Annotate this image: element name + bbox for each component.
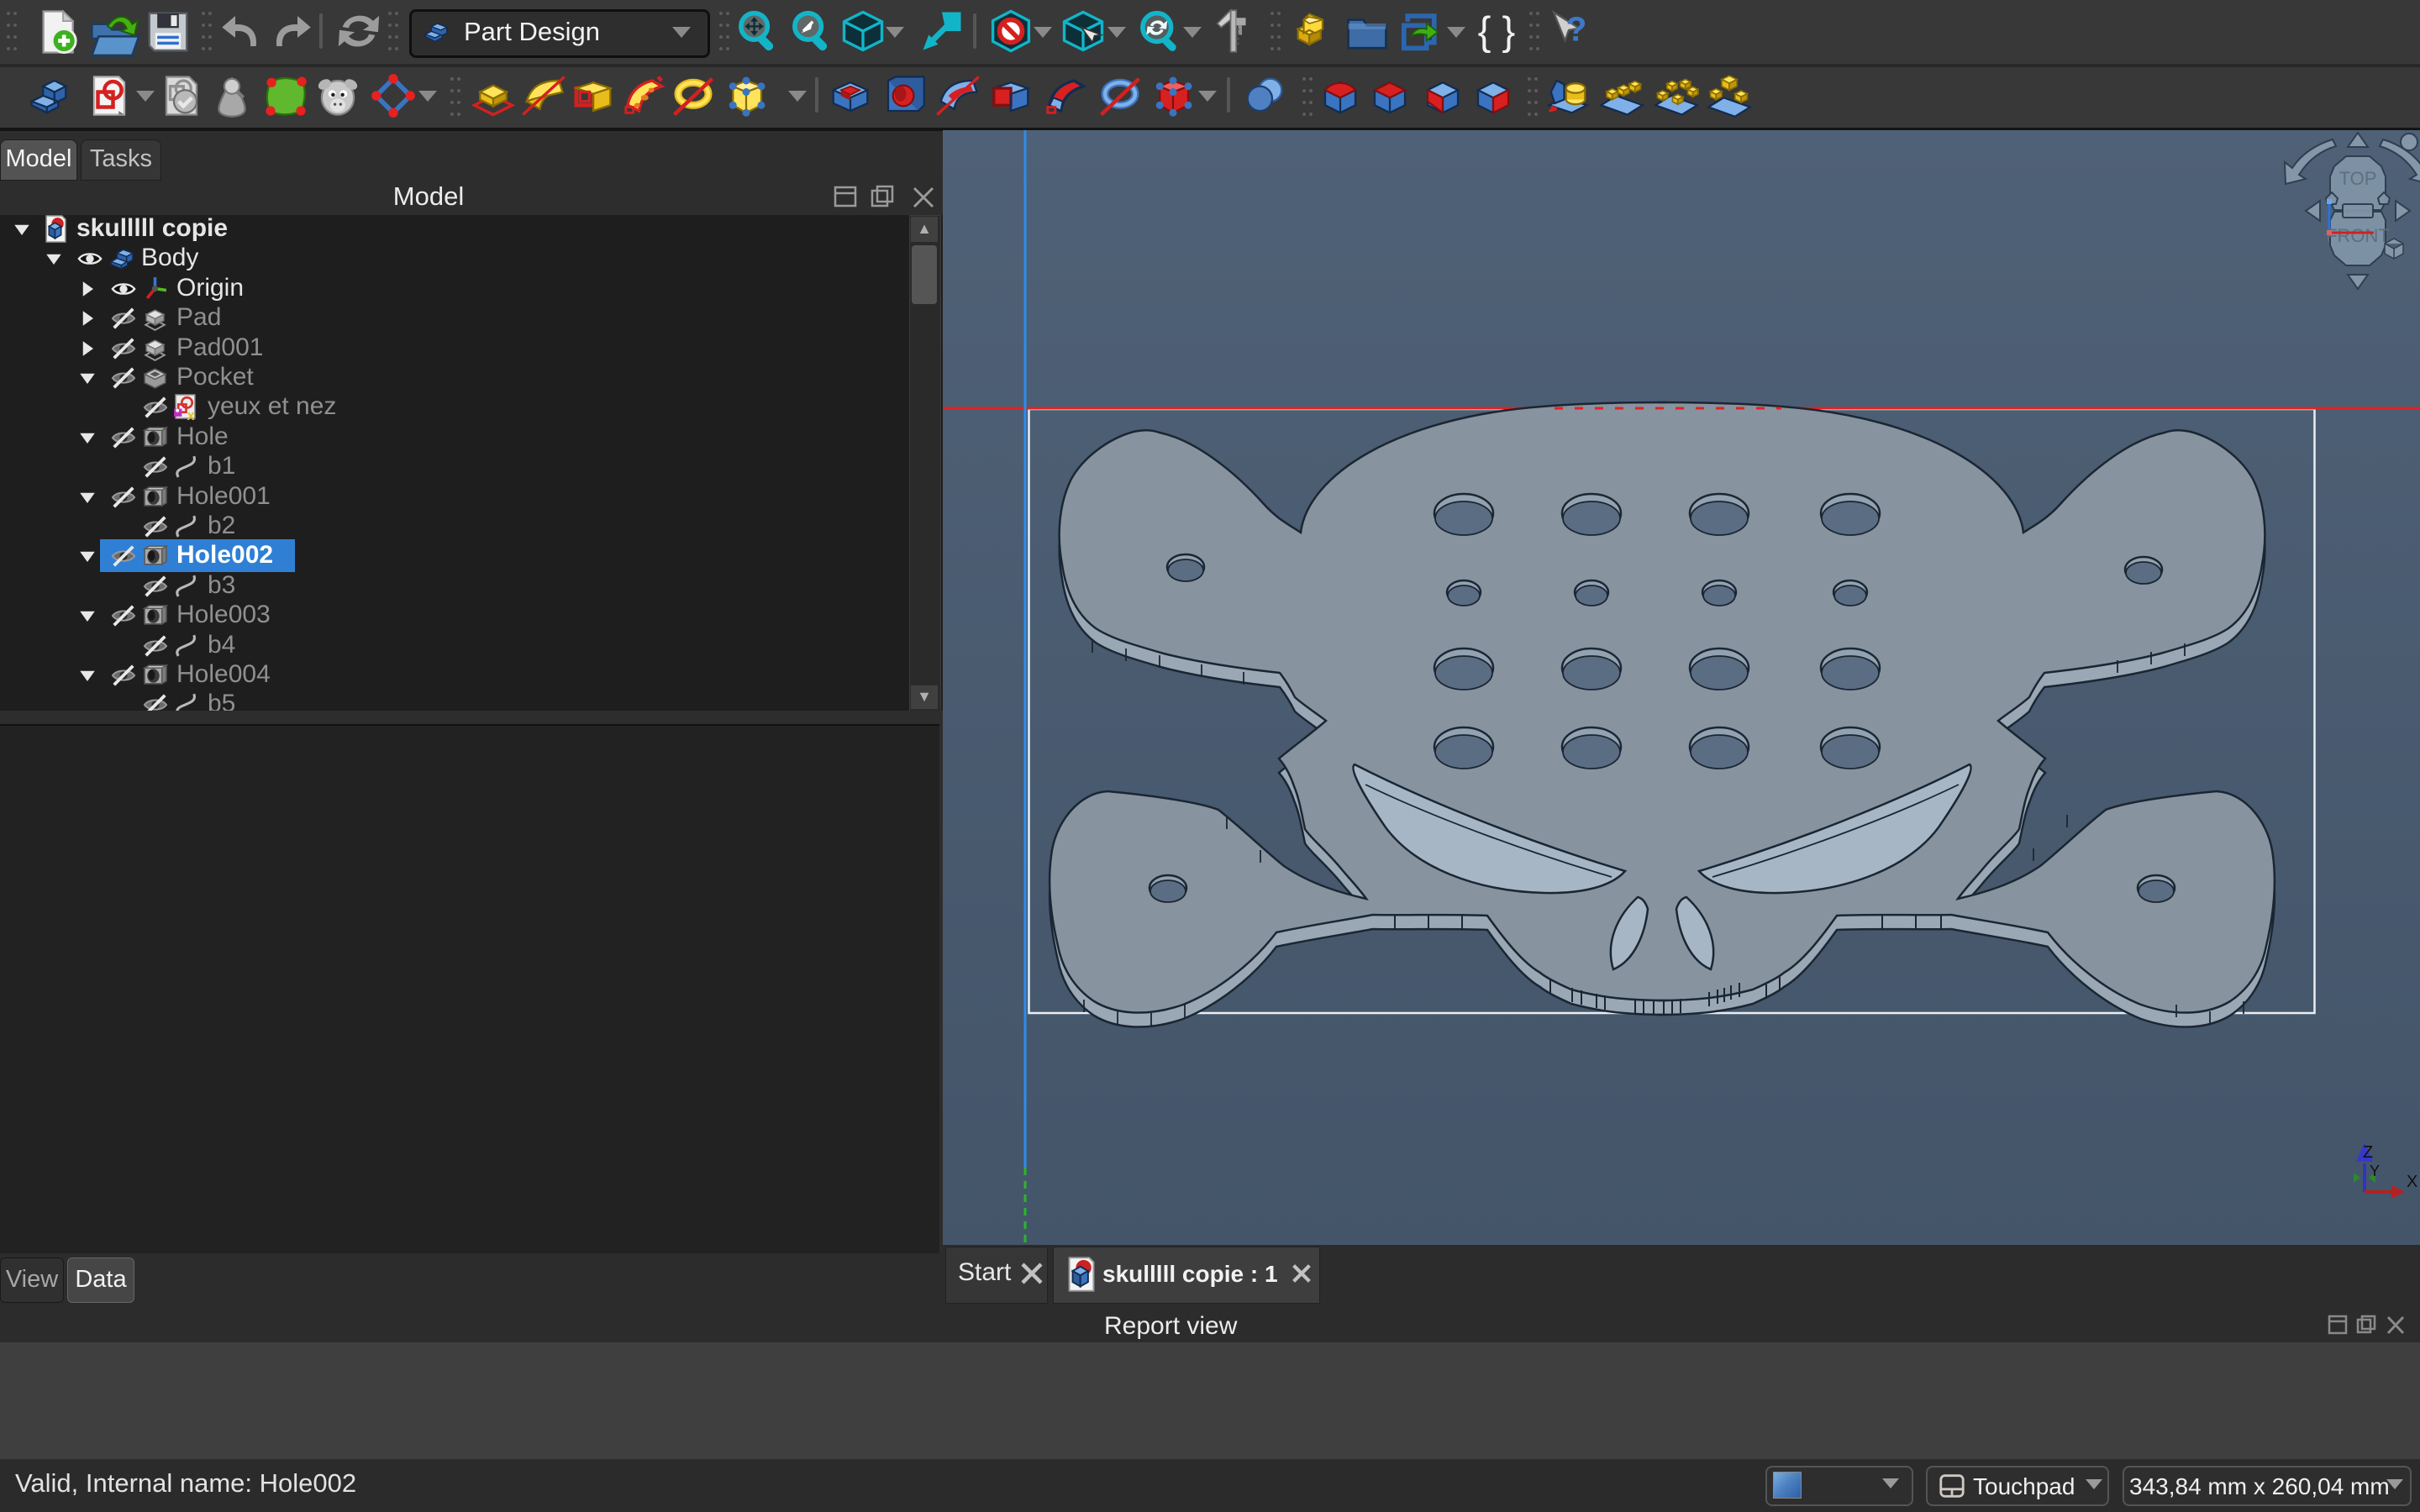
svg-text:?: ? xyxy=(1566,9,1587,48)
svg-text:X: X xyxy=(2407,1173,2417,1191)
svg-text:x: x xyxy=(187,408,196,421)
svg-text:{ }: { } xyxy=(1478,9,1516,54)
svg-text:Z: Z xyxy=(2363,1143,2373,1162)
svg-text:TOP: TOP xyxy=(2339,168,2377,189)
svg-text:FRONT: FRONT xyxy=(2326,225,2390,246)
svg-text:Y: Y xyxy=(2370,1163,2380,1179)
